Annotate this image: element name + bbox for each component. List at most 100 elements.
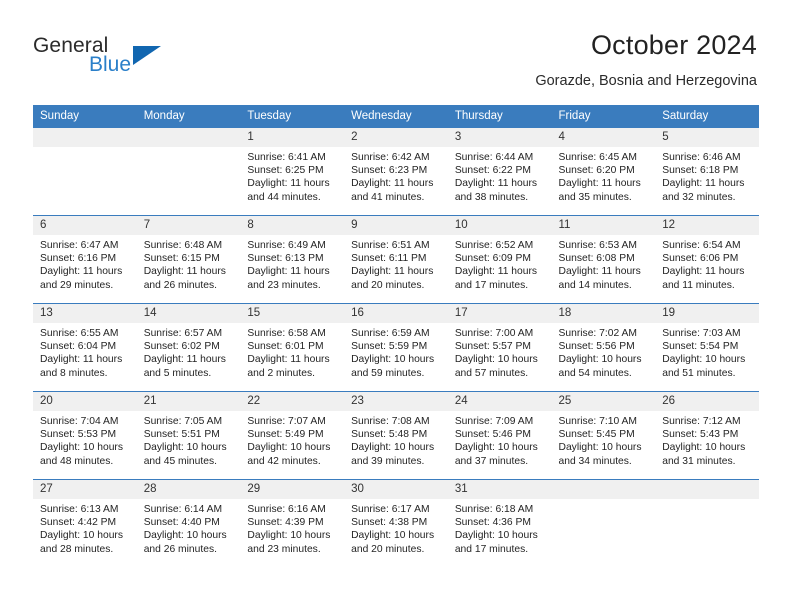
- day-number: 19: [655, 304, 759, 323]
- daylight-text-line2: and 57 minutes.: [454, 367, 529, 379]
- day-info: Sunrise: 7:12 AM Sunset: 5:43 PM Daylight:…: [655, 411, 759, 468]
- sunset-text: Sunset: 6:13 PM: [247, 253, 324, 265]
- weekday-header-sunday: Sunday: [33, 105, 137, 128]
- calendar-week-row: 6 Sunrise: 6:47 AM Sunset: 6:16 PM Daylight…: [33, 215, 759, 304]
- sunset-text: Sunset: 6:18 PM: [662, 165, 739, 177]
- calendar-day-cell[interactable]: 30 Sunrise: 6:17 AM Sunset: 4:38 PM Dayligh…: [344, 479, 448, 568]
- daylight-text-line2: and 20 minutes.: [351, 279, 425, 291]
- sunrise-text: Sunrise: 7:10 AM: [558, 416, 637, 427]
- calendar-day-cell[interactable]: 27 Sunrise: 6:13 AM Sunset: 4:42 PM Dayligh…: [33, 479, 137, 568]
- daylight-text-line1: Daylight: 10 hours: [143, 530, 227, 542]
- calendar-day-cell[interactable]: 3 Sunrise: 6:44 AM Sunset: 6:22 PM Daylight…: [447, 127, 552, 216]
- sunrise-text: Sunrise: 6:14 AM: [143, 504, 223, 515]
- day-number: 9: [344, 216, 448, 235]
- daylight-text-line1: Daylight: 10 hours: [454, 530, 538, 542]
- daylight-text-line2: and 51 minutes.: [662, 367, 736, 379]
- daylight-text-line2: and 41 minutes.: [351, 191, 425, 203]
- page-header: General Blue October 2024 Gorazde, Bosni…: [0, 28, 792, 98]
- day-info: Sunrise: 6:57 AM Sunset: 6:02 PM Daylight:…: [137, 323, 241, 380]
- calendar-day-cell[interactable]: 15 Sunrise: 6:58 AM Sunset: 6:01 PM Dayligh…: [240, 303, 345, 392]
- calendar-cell-empty: [551, 479, 656, 568]
- title-block: October 2024 Gorazde, Bosnia and Herzego…: [535, 28, 757, 91]
- calendar-day-cell[interactable]: 26 Sunrise: 7:12 AM Sunset: 5:43 PM Dayligh…: [655, 391, 759, 480]
- calendar-day-cell[interactable]: 13 Sunrise: 6:55 AM Sunset: 6:04 PM Dayligh…: [33, 303, 137, 392]
- sunset-text: Sunset: 5:49 PM: [247, 429, 324, 441]
- calendar-day-cell[interactable]: 19 Sunrise: 7:03 AM Sunset: 5:54 PM Dayligh…: [655, 303, 759, 392]
- calendar-day-cell[interactable]: 6 Sunrise: 6:47 AM Sunset: 6:16 PM Daylight…: [33, 215, 137, 304]
- weekday-header-tuesday: Tuesday: [240, 105, 345, 128]
- calendar-day-cell[interactable]: 14 Sunrise: 6:57 AM Sunset: 6:02 PM Dayligh…: [136, 303, 241, 392]
- calendar-day-cell[interactable]: 16 Sunrise: 6:59 AM Sunset: 5:59 PM Dayligh…: [344, 303, 448, 392]
- calendar-day-cell[interactable]: 25 Sunrise: 7:10 AM Sunset: 5:45 PM Dayligh…: [551, 391, 656, 480]
- day-number: [33, 128, 137, 147]
- sunrise-text: Sunrise: 6:47 AM: [40, 240, 119, 251]
- daylight-text-line1: Daylight: 10 hours: [558, 442, 642, 454]
- daylight-text-line2: and 32 minutes.: [662, 191, 736, 203]
- sunset-text: Sunset: 4:36 PM: [454, 517, 531, 529]
- sunset-text: Sunset: 4:39 PM: [247, 517, 324, 529]
- daylight-text-line2: and 39 minutes.: [351, 455, 425, 467]
- sunset-text: Sunset: 5:57 PM: [454, 341, 531, 353]
- day-info: Sunrise: 6:16 AM Sunset: 4:39 PM Daylight:…: [240, 499, 344, 556]
- sunset-text: Sunset: 6:20 PM: [558, 165, 635, 177]
- sunset-text: Sunset: 6:25 PM: [247, 165, 324, 177]
- daylight-text-line1: Daylight: 10 hours: [454, 354, 538, 366]
- day-number: 1: [240, 128, 345, 147]
- daylight-text-line2: and 11 minutes.: [662, 279, 735, 291]
- sunrise-text: Sunrise: 7:02 AM: [558, 328, 637, 339]
- calendar-week-row: 1 Sunrise: 6:41 AM Sunset: 6:25 PM Daylight…: [33, 127, 759, 216]
- daylight-text-line1: Daylight: 10 hours: [662, 442, 746, 454]
- daylight-text-line1: Daylight: 10 hours: [351, 530, 435, 542]
- general-blue-logo[interactable]: General Blue: [33, 34, 233, 90]
- sunrise-text: Sunrise: 6:59 AM: [351, 328, 430, 339]
- calendar-day-cell[interactable]: 20 Sunrise: 7:04 AM Sunset: 5:53 PM Dayligh…: [33, 391, 137, 480]
- sunrise-text: Sunrise: 7:12 AM: [662, 416, 741, 427]
- daylight-text-line1: Daylight: 11 hours: [351, 266, 434, 278]
- calendar-day-cell[interactable]: 4 Sunrise: 6:45 AM Sunset: 6:20 PM Daylight…: [551, 127, 656, 216]
- calendar-page: General Blue October 2024 Gorazde, Bosni…: [0, 0, 792, 612]
- calendar-day-cell[interactable]: 29 Sunrise: 6:16 AM Sunset: 4:39 PM Dayligh…: [240, 479, 345, 568]
- sunset-text: Sunset: 6:06 PM: [662, 253, 739, 265]
- calendar-day-cell[interactable]: 18 Sunrise: 7:02 AM Sunset: 5:56 PM Dayligh…: [551, 303, 656, 392]
- calendar-day-cell[interactable]: 23 Sunrise: 7:08 AM Sunset: 5:48 PM Dayligh…: [344, 391, 448, 480]
- day-info: Sunrise: 7:07 AM Sunset: 5:49 PM Daylight:…: [240, 411, 344, 468]
- daylight-text-line1: Daylight: 11 hours: [40, 266, 123, 278]
- calendar-day-cell[interactable]: 8 Sunrise: 6:49 AM Sunset: 6:13 PM Daylight…: [240, 215, 345, 304]
- day-info: Sunrise: 6:17 AM Sunset: 4:38 PM Daylight:…: [344, 499, 448, 556]
- day-info: Sunrise: 6:14 AM Sunset: 4:40 PM Daylight:…: [137, 499, 241, 556]
- calendar-day-cell[interactable]: 28 Sunrise: 6:14 AM Sunset: 4:40 PM Dayligh…: [136, 479, 241, 568]
- day-number: 13: [33, 304, 137, 323]
- sunset-text: Sunset: 5:45 PM: [558, 429, 635, 441]
- calendar-day-cell[interactable]: 9 Sunrise: 6:51 AM Sunset: 6:11 PM Daylight…: [344, 215, 448, 304]
- daylight-text-line2: and 35 minutes.: [558, 191, 632, 203]
- day-info: Sunrise: 6:54 AM Sunset: 6:06 PM Daylight:…: [655, 235, 759, 292]
- sunrise-text: Sunrise: 7:08 AM: [351, 416, 430, 427]
- daylight-text-line1: Daylight: 10 hours: [662, 354, 746, 366]
- day-number: 12: [655, 216, 759, 235]
- calendar-day-cell[interactable]: 11 Sunrise: 6:53 AM Sunset: 6:08 PM Dayligh…: [551, 215, 656, 304]
- calendar-day-cell[interactable]: 21 Sunrise: 7:05 AM Sunset: 5:51 PM Dayligh…: [136, 391, 241, 480]
- calendar-day-cell[interactable]: 2 Sunrise: 6:42 AM Sunset: 6:23 PM Daylight…: [344, 127, 448, 216]
- daylight-text-line1: Daylight: 10 hours: [247, 530, 331, 542]
- daylight-text-line2: and 37 minutes.: [454, 455, 529, 467]
- calendar-day-cell[interactable]: 17 Sunrise: 7:00 AM Sunset: 5:57 PM Dayligh…: [447, 303, 552, 392]
- calendar-day-cell[interactable]: 5 Sunrise: 6:46 AM Sunset: 6:18 PM Daylight…: [655, 127, 759, 216]
- sunrise-text: Sunrise: 6:17 AM: [351, 504, 430, 515]
- sunrise-text: Sunrise: 6:16 AM: [247, 504, 326, 515]
- day-number: 20: [33, 392, 137, 411]
- day-number: 10: [447, 216, 552, 235]
- calendar-cell-empty: [33, 127, 137, 216]
- calendar-cell-empty: [136, 127, 241, 216]
- calendar-day-cell[interactable]: 10 Sunrise: 6:52 AM Sunset: 6:09 PM Dayligh…: [447, 215, 552, 304]
- day-number: 15: [240, 304, 345, 323]
- sunrise-text: Sunrise: 6:44 AM: [454, 152, 534, 163]
- day-number: [655, 480, 759, 499]
- daylight-text-line1: Daylight: 10 hours: [143, 442, 227, 454]
- calendar-day-cell[interactable]: 24 Sunrise: 7:09 AM Sunset: 5:46 PM Dayligh…: [447, 391, 552, 480]
- calendar-day-cell[interactable]: 31 Sunrise: 6:18 AM Sunset: 4:36 PM Dayligh…: [447, 479, 552, 568]
- calendar-day-cell[interactable]: 7 Sunrise: 6:48 AM Sunset: 6:15 PM Daylight…: [136, 215, 241, 304]
- calendar-day-cell[interactable]: 12 Sunrise: 6:54 AM Sunset: 6:06 PM Dayligh…: [655, 215, 759, 304]
- calendar-day-cell[interactable]: 1 Sunrise: 6:41 AM Sunset: 6:25 PM Daylight…: [240, 127, 345, 216]
- calendar-day-cell[interactable]: 22 Sunrise: 7:07 AM Sunset: 5:49 PM Dayligh…: [240, 391, 345, 480]
- daylight-text-line2: and 59 minutes.: [351, 367, 425, 379]
